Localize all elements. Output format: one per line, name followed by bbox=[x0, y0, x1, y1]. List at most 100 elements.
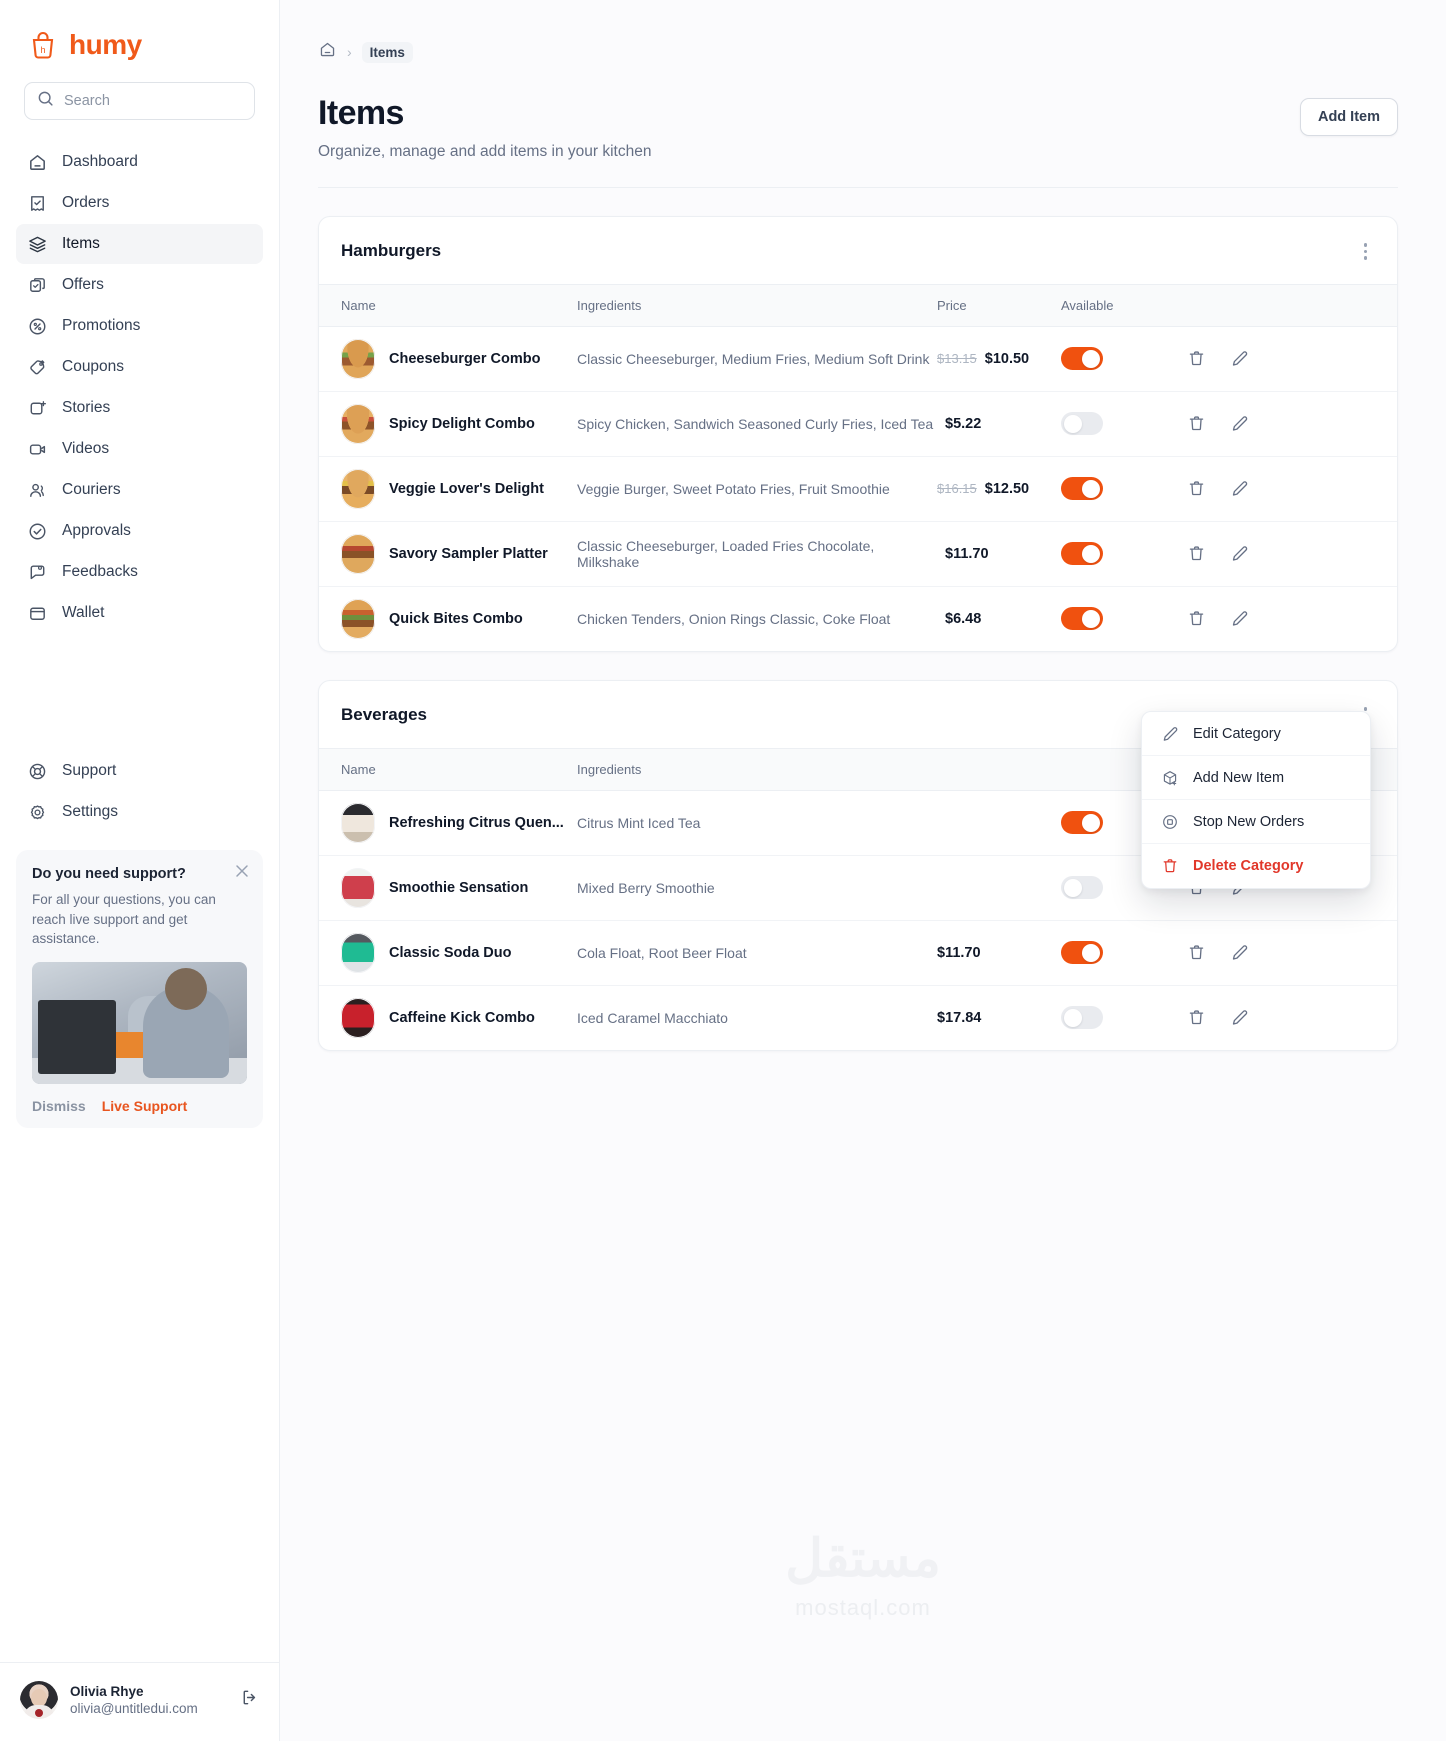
home-icon[interactable] bbox=[318, 40, 337, 64]
pencil-icon[interactable] bbox=[1230, 943, 1249, 962]
user-name: Olivia Rhye bbox=[70, 1684, 144, 1699]
item-price: $12.50 bbox=[984, 480, 1030, 497]
live-support-button[interactable]: Live Support bbox=[102, 1098, 188, 1114]
sidebar-item-stories[interactable]: Stories bbox=[16, 388, 263, 428]
pencil-icon[interactable] bbox=[1230, 479, 1249, 498]
items-table: Name Ingredients Price Available Cheeseb… bbox=[319, 283, 1397, 652]
sidebar-item-orders[interactable]: Orders bbox=[16, 183, 263, 223]
trash-icon[interactable] bbox=[1187, 544, 1206, 563]
logout-icon[interactable] bbox=[240, 1688, 259, 1712]
trash-icon[interactable] bbox=[1187, 479, 1206, 498]
category-context-menu: Edit Category Add New Item Stop New Orde… bbox=[1141, 711, 1371, 889]
availability-toggle[interactable] bbox=[1061, 876, 1103, 899]
menu-item-add-new-item[interactable]: Add New Item bbox=[1142, 756, 1370, 800]
table-header-row: Name Ingredients Price Available bbox=[319, 283, 1397, 327]
search-input[interactable] bbox=[64, 93, 242, 109]
sidebar-item-support[interactable]: Support bbox=[16, 751, 263, 791]
tag-icon bbox=[26, 356, 48, 378]
brand[interactable]: h humy bbox=[0, 0, 279, 62]
sidebar-item-promotions[interactable]: Promotions bbox=[16, 306, 263, 346]
item-thumbnail bbox=[341, 867, 375, 908]
availability-toggle[interactable] bbox=[1061, 607, 1103, 631]
menu-item-delete-category[interactable]: Delete Category bbox=[1142, 844, 1370, 888]
avatar bbox=[20, 1681, 58, 1719]
table-row[interactable]: Classic Soda Duo Cola Float, Root Beer F… bbox=[319, 920, 1397, 986]
table-row[interactable]: Quick Bites Combo Chicken Tenders, Onion… bbox=[319, 586, 1397, 651]
add-item-button[interactable]: Add Item bbox=[1299, 98, 1398, 136]
pencil-icon[interactable] bbox=[1230, 609, 1249, 628]
pencil-icon[interactable] bbox=[1230, 349, 1249, 368]
item-name: Refreshing Citrus Quen... bbox=[389, 814, 564, 831]
more-vertical-icon[interactable] bbox=[1358, 239, 1374, 264]
breadcrumb-current[interactable]: Items bbox=[361, 41, 413, 63]
sidebar-item-label: Items bbox=[62, 235, 100, 252]
sidebar-item-offers[interactable]: Offers bbox=[16, 265, 263, 305]
item-name: Quick Bites Combo bbox=[389, 610, 523, 627]
cell-available bbox=[1061, 985, 1187, 1050]
user-profile[interactable]: Olivia Rhye olivia@untitledui.com bbox=[0, 1662, 279, 1741]
cell-actions bbox=[1187, 521, 1397, 587]
sidebar-item-label: Offers bbox=[62, 276, 104, 293]
dismiss-button[interactable]: Dismiss bbox=[32, 1098, 86, 1114]
item-thumbnail bbox=[341, 533, 375, 574]
item-price: $10.50 bbox=[984, 350, 1030, 367]
trash-icon[interactable] bbox=[1187, 414, 1206, 433]
video-icon bbox=[26, 438, 48, 460]
sidebar-item-coupons[interactable]: Coupons bbox=[16, 347, 263, 387]
item-thumbnail bbox=[341, 932, 375, 973]
cell-available bbox=[1061, 456, 1187, 522]
item-price-old: $16.15 bbox=[937, 480, 977, 496]
table-row[interactable]: Savory Sampler Platter Classic Cheesebur… bbox=[319, 521, 1397, 587]
availability-toggle[interactable] bbox=[1061, 542, 1103, 565]
sidebar-item-feedbacks[interactable]: Feedbacks bbox=[16, 552, 263, 592]
item-thumbnail bbox=[341, 598, 375, 639]
availability-toggle[interactable] bbox=[1061, 477, 1103, 500]
sidebar-item-approvals[interactable]: Approvals bbox=[16, 511, 263, 551]
trash-icon[interactable] bbox=[1187, 609, 1206, 628]
menu-item-edit-category[interactable]: Edit Category bbox=[1142, 712, 1370, 756]
table-row[interactable]: Cheeseburger Combo Classic Cheeseburger,… bbox=[319, 326, 1397, 392]
trash-icon[interactable] bbox=[1187, 1008, 1206, 1027]
availability-toggle[interactable] bbox=[1061, 412, 1103, 435]
user-email: olivia@untitledui.com bbox=[70, 1701, 198, 1716]
sidebar-nav-bottom: Support Settings bbox=[0, 751, 279, 832]
sidebar-item-videos[interactable]: Videos bbox=[16, 429, 263, 469]
pencil-icon[interactable] bbox=[1230, 544, 1249, 563]
sidebar-item-label: Feedbacks bbox=[62, 563, 138, 580]
availability-toggle[interactable] bbox=[1061, 347, 1103, 370]
trash-icon[interactable] bbox=[1187, 943, 1206, 962]
cell-price bbox=[937, 790, 1061, 856]
item-price: $5.22 bbox=[945, 415, 982, 432]
page-header-text: Items Organize, manage and add items in … bbox=[318, 94, 651, 161]
gear-icon bbox=[26, 801, 48, 823]
category-card-hamburgers: Hamburgers Name Ingredients Price Availa… bbox=[318, 216, 1398, 652]
support-card: Do you need support? For all your questi… bbox=[16, 850, 263, 1128]
availability-toggle[interactable] bbox=[1061, 941, 1103, 964]
menu-item-stop-new-orders[interactable]: Stop New Orders bbox=[1142, 800, 1370, 844]
sidebar-item-dashboard[interactable]: Dashboard bbox=[16, 142, 263, 182]
sidebar-item-couriers[interactable]: Couriers bbox=[16, 470, 263, 510]
cell-name: Quick Bites Combo bbox=[319, 586, 577, 651]
availability-toggle[interactable] bbox=[1061, 1006, 1103, 1030]
sidebar-item-settings[interactable]: Settings bbox=[16, 792, 263, 832]
table-row[interactable]: Veggie Lover's Delight Veggie Burger, Sw… bbox=[319, 456, 1397, 522]
support-agent-photo bbox=[32, 961, 247, 1084]
pencil-icon[interactable] bbox=[1230, 414, 1249, 433]
cell-name: Classic Soda Duo bbox=[319, 920, 577, 986]
sidebar-item-label: Stories bbox=[62, 399, 111, 416]
table-row[interactable]: Spicy Delight Combo Spicy Chicken, Sandw… bbox=[319, 391, 1397, 457]
close-icon[interactable] bbox=[235, 864, 249, 883]
pencil-icon[interactable] bbox=[1230, 1008, 1249, 1027]
trash-icon[interactable] bbox=[1187, 349, 1206, 368]
sidebar-item-items[interactable]: Items bbox=[16, 224, 263, 264]
page-title: Items bbox=[318, 94, 404, 132]
item-name: Caffeine Kick Combo bbox=[389, 1009, 535, 1026]
sidebar-item-wallet[interactable]: Wallet bbox=[16, 593, 263, 633]
item-thumbnail bbox=[341, 338, 375, 379]
item-ingredients: Veggie Burger, Sweet Potato Fries, Fruit… bbox=[577, 456, 937, 522]
availability-toggle[interactable] bbox=[1061, 811, 1103, 834]
table-row[interactable]: Caffeine Kick Combo Iced Caramel Macchia… bbox=[319, 985, 1397, 1050]
column-header-name: Name bbox=[319, 747, 577, 791]
search-box[interactable] bbox=[24, 82, 255, 120]
pencil-icon bbox=[1160, 724, 1179, 743]
